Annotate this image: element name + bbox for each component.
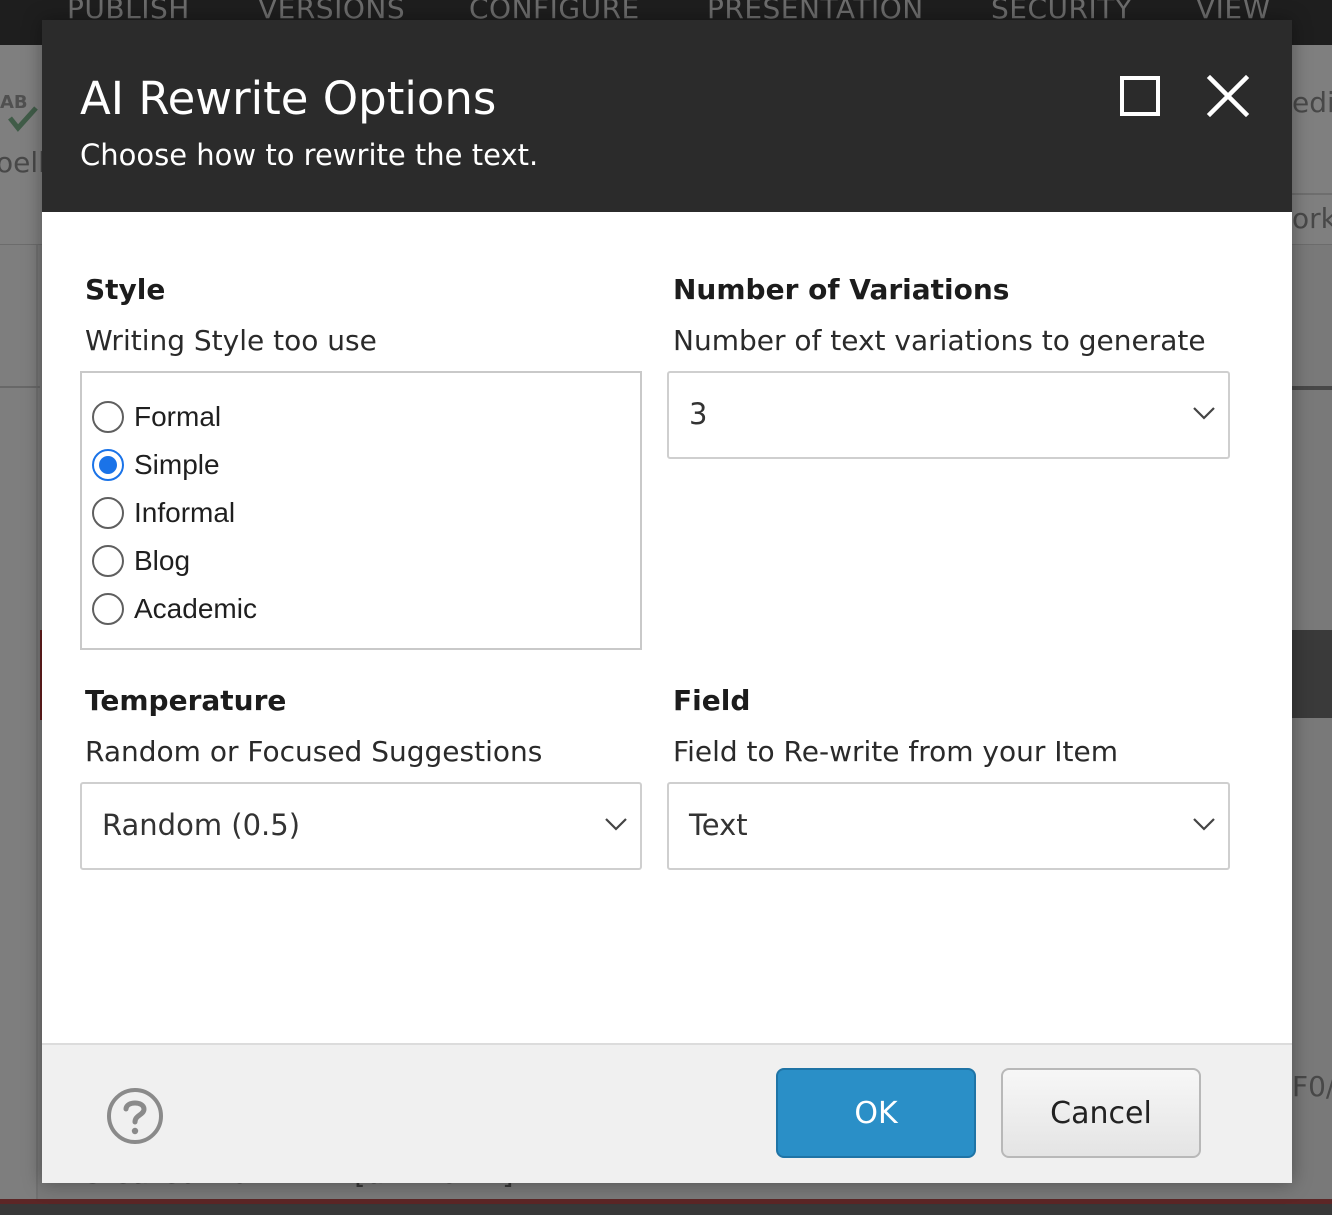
variations-label: Number of Variations <box>673 273 1010 306</box>
radio-simple[interactable] <box>92 449 124 481</box>
style-radio-group: Formal Simple Informal Blog Academic <box>80 371 642 650</box>
style-option-label: Blog <box>134 545 191 576</box>
maximize-button[interactable] <box>1118 74 1162 118</box>
style-option-label: Formal <box>134 401 222 432</box>
field-label: Field <box>673 684 751 717</box>
variations-description: Number of text variations to generate <box>673 324 1206 357</box>
dialog-title: AI Rewrite Options <box>80 72 497 125</box>
style-option-academic[interactable]: Academic <box>92 591 257 627</box>
ok-button[interactable]: OK <box>776 1068 976 1158</box>
cancel-button[interactable]: Cancel <box>1001 1068 1201 1158</box>
chevron-down-icon <box>1193 818 1215 831</box>
chevron-down-icon <box>605 818 627 831</box>
style-option-label: Simple <box>134 449 220 480</box>
style-option-formal[interactable]: Formal <box>92 399 221 435</box>
variations-select[interactable]: 3 <box>667 371 1230 459</box>
temperature-label: Temperature <box>85 684 287 717</box>
radio-blog[interactable] <box>92 545 124 577</box>
dialog-footer: OK Cancel <box>42 1043 1292 1183</box>
temperature-description: Random or Focused Suggestions <box>85 735 543 768</box>
style-option-blog[interactable]: Blog <box>92 543 190 579</box>
radio-formal[interactable] <box>92 401 124 433</box>
style-description: Writing Style too use <box>85 324 377 357</box>
style-label: Style <box>85 273 166 306</box>
variations-select-value: 3 <box>689 397 708 431</box>
maximize-icon <box>1120 76 1160 116</box>
style-option-label: Academic <box>134 593 257 624</box>
dialog-subtitle: Choose how to rewrite the text. <box>80 138 539 172</box>
temperature-select-value: Random (0.5) <box>102 808 301 842</box>
style-option-informal[interactable]: Informal <box>92 495 235 531</box>
style-option-label: Informal <box>134 497 236 528</box>
close-button[interactable] <box>1206 74 1250 118</box>
close-icon <box>1206 74 1250 118</box>
style-option-simple[interactable]: Simple <box>92 447 220 483</box>
help-icon <box>107 1088 163 1144</box>
radio-academic[interactable] <box>92 593 124 625</box>
field-select-value: Text <box>689 808 748 842</box>
temperature-select[interactable]: Random (0.5) <box>80 782 642 870</box>
help-button[interactable] <box>106 1087 164 1145</box>
field-select[interactable]: Text <box>667 782 1230 870</box>
dialog-header: AI Rewrite Options Choose how to rewrite… <box>42 20 1292 212</box>
radio-informal[interactable] <box>92 497 124 529</box>
field-description: Field to Re-write from your Item <box>673 735 1119 768</box>
chevron-down-icon <box>1193 407 1215 420</box>
ai-rewrite-dialog: AI Rewrite Options Choose how to rewrite… <box>42 20 1292 1183</box>
